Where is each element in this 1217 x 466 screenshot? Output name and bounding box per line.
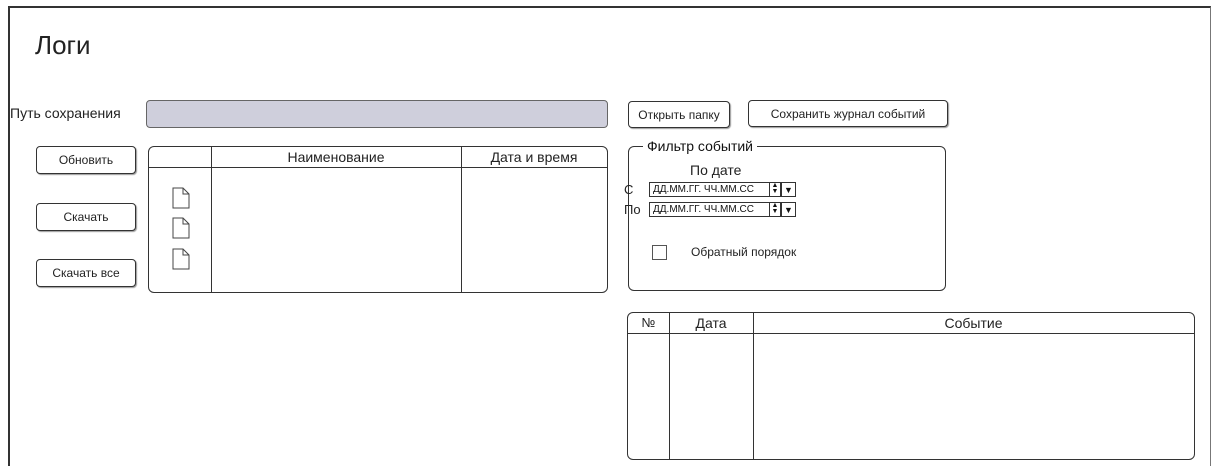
save-log-button[interactable]: Сохранить журнал событий bbox=[748, 100, 948, 127]
files-col-name-header: Наименование bbox=[287, 149, 385, 165]
event-filter-group: Фильтр событий По дате С ДД.ММ.ГГ. ЧЧ.ММ… bbox=[624, 138, 946, 291]
events-header-divider bbox=[628, 333, 1194, 334]
save-path-label: Путь сохранения bbox=[10, 105, 121, 121]
file-icon[interactable] bbox=[172, 187, 190, 209]
file-icon[interactable] bbox=[172, 217, 190, 239]
save-path-input[interactable] bbox=[146, 100, 608, 128]
events-table: № Дата Событие bbox=[627, 312, 1195, 460]
from-spinner[interactable]: ▲ ▼ bbox=[770, 182, 781, 197]
to-spinner[interactable]: ▲ ▼ bbox=[770, 202, 781, 217]
download-button[interactable]: Скачать bbox=[36, 203, 136, 231]
refresh-button[interactable]: Обновить bbox=[36, 146, 136, 174]
events-col-divider bbox=[669, 313, 670, 459]
files-col-divider bbox=[461, 147, 462, 292]
open-folder-button[interactable]: Открыть папку bbox=[628, 101, 730, 128]
to-datetime-field[interactable]: ДД.ММ.ГГ. ЧЧ.ММ.СС bbox=[649, 202, 770, 217]
files-table: Наименование Дата и время bbox=[148, 146, 608, 293]
to-label: По bbox=[624, 202, 641, 217]
files-col-datetime-header: Дата и время bbox=[490, 149, 578, 165]
by-date-label: По дате bbox=[690, 162, 742, 178]
events-col-event-header: Событие bbox=[944, 315, 1003, 331]
events-col-date-header: Дата bbox=[695, 315, 727, 331]
events-col-divider bbox=[753, 313, 754, 459]
to-dropdown-arrow-icon[interactable]: ▼ bbox=[781, 202, 796, 217]
reverse-order-label: Обратный порядок bbox=[691, 245, 797, 259]
filter-legend: Фильтр событий bbox=[643, 138, 757, 154]
from-label: С bbox=[624, 182, 634, 197]
file-icon[interactable] bbox=[172, 248, 190, 270]
page-title: Логи bbox=[35, 30, 91, 60]
events-col-number-header: № bbox=[641, 315, 656, 330]
files-header-divider bbox=[149, 167, 607, 168]
from-datetime-field[interactable]: ДД.ММ.ГГ. ЧЧ.ММ.СС bbox=[649, 182, 770, 197]
files-col-divider bbox=[211, 147, 212, 292]
from-dropdown-arrow-icon[interactable]: ▼ bbox=[781, 182, 796, 197]
reverse-order-checkbox[interactable] bbox=[652, 245, 667, 260]
download-all-button[interactable]: Скачать все bbox=[36, 259, 136, 287]
